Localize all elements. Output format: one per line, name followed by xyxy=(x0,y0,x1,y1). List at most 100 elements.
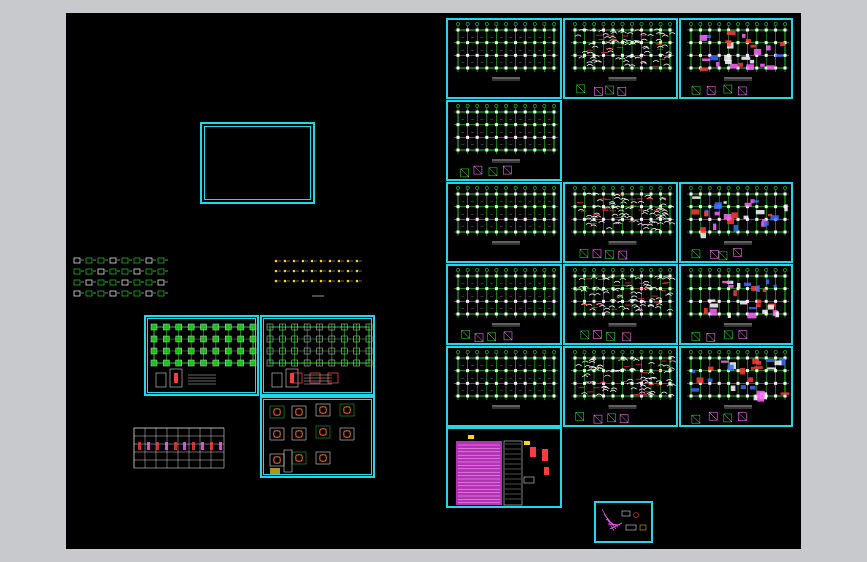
svg-text:—: — xyxy=(471,376,474,380)
svg-text:—: — xyxy=(461,199,464,203)
svg-text:—: — xyxy=(519,48,522,52)
svg-text:—: — xyxy=(538,35,541,39)
svg-text:—: — xyxy=(500,143,503,147)
svg-text:—: — xyxy=(461,143,464,147)
sheet-floor-plan-colored-graphic xyxy=(687,350,790,424)
svg-text:—: — xyxy=(490,307,493,311)
svg-text:—: — xyxy=(519,117,522,121)
drawing-sheet-12[interactable] xyxy=(563,346,678,427)
section-detail-drawing[interactable] xyxy=(132,426,227,471)
svg-text:—: — xyxy=(481,117,484,121)
svg-text:—: — xyxy=(538,225,541,229)
svg-text:—: — xyxy=(481,363,484,367)
drawing-sheet-1[interactable]: — — — — — — — — — — — — — — — — — — — — — — — — — — — — — — xyxy=(446,18,562,99)
svg-text:—: — xyxy=(509,225,512,229)
drawing-sheet-5[interactable]: — — — — — — — — — — — — — — — — — — — — — — — — — — — — — — xyxy=(446,182,562,263)
svg-text:—: — xyxy=(471,281,474,285)
svg-text:—: — xyxy=(529,117,532,121)
svg-text:—: — xyxy=(538,199,541,203)
drawing-sheet-9[interactable] xyxy=(563,264,678,345)
svg-text:—: — xyxy=(519,376,522,380)
svg-text:—: — xyxy=(471,61,474,65)
svg-text:—: — xyxy=(548,376,551,380)
svg-text:—: — xyxy=(481,48,484,52)
svg-text:—: — xyxy=(481,199,484,203)
svg-text:—: — xyxy=(519,294,522,298)
svg-text:—: — xyxy=(538,363,541,367)
svg-text:—: — xyxy=(461,363,464,367)
svg-text:—: — xyxy=(538,389,541,393)
svg-text:—: — xyxy=(461,61,464,65)
sheet-inner-frame xyxy=(263,318,372,393)
model-space-canvas[interactable]: — — — — — — — — — — — — — — — — — — — — — — — — — — — — — — — — — — — — — — — —… xyxy=(66,13,801,549)
drawing-sheet-8[interactable]: — — — — — — — — — — — — — — — — — — — — — — — — — — — — — — xyxy=(446,264,562,345)
svg-text:—: — xyxy=(519,35,522,39)
svg-text:—: — xyxy=(500,117,503,121)
svg-text:—: — xyxy=(471,48,474,52)
svg-text:—: — xyxy=(529,294,532,298)
sheet-floor-plan-colored-graphic xyxy=(687,22,789,96)
svg-text:—: — xyxy=(529,48,532,52)
svg-text:—: — xyxy=(519,225,522,229)
svg-text:—: — xyxy=(538,130,541,134)
svg-text:—: — xyxy=(509,363,512,367)
drawing-sheet-11[interactable]: — — — — — — — — — — — — — — — — — — — — — — — — — — — — — — xyxy=(446,346,562,427)
svg-text:—: — xyxy=(548,225,551,229)
drawing-sheet-15[interactable] xyxy=(594,501,653,543)
drawing-sheet-2[interactable] xyxy=(563,18,678,99)
svg-text:—: — xyxy=(548,363,551,367)
svg-text:—: — xyxy=(471,130,474,134)
svg-text:—: — xyxy=(509,48,512,52)
sheet-floor-plan-detail-graphic xyxy=(571,350,676,424)
svg-text:—: — xyxy=(548,35,551,39)
svg-text:—: — xyxy=(538,212,541,216)
svg-text:—: — xyxy=(481,225,484,229)
svg-text:—: — xyxy=(529,199,532,203)
sheet-floor-plan-detail-graphic xyxy=(571,268,676,342)
svg-text:—: — xyxy=(471,117,474,121)
svg-text:—: — xyxy=(500,294,503,298)
column-symbol-cluster[interactable] xyxy=(71,255,171,305)
rebar-dot-cluster[interactable] xyxy=(272,257,372,297)
svg-text:—: — xyxy=(481,130,484,134)
svg-text:—: — xyxy=(529,130,532,134)
drawing-sheet-4[interactable]: — — — — — — — — — — — — — — — — — — — — — — — — — — — — — — xyxy=(446,100,562,181)
svg-text:—: — xyxy=(548,389,551,393)
svg-text:—: — xyxy=(500,212,503,216)
svg-text:—: — xyxy=(509,117,512,121)
svg-text:—: — xyxy=(509,307,512,311)
drawing-sheet-7[interactable] xyxy=(679,182,793,263)
drawing-sheet-10[interactable] xyxy=(679,264,793,345)
svg-text:—: — xyxy=(461,225,464,229)
svg-text:—: — xyxy=(509,281,512,285)
svg-text:—: — xyxy=(490,212,493,216)
svg-text:—: — xyxy=(519,281,522,285)
svg-text:—: — xyxy=(538,61,541,65)
svg-text:—: — xyxy=(500,35,503,39)
svg-text:—: — xyxy=(481,307,484,311)
drawing-sheet-14[interactable] xyxy=(446,427,562,508)
svg-text:—: — xyxy=(509,294,512,298)
svg-text:—: — xyxy=(548,130,551,134)
svg-text:—: — xyxy=(538,294,541,298)
drawing-sheet-3[interactable] xyxy=(679,18,793,99)
svg-text:—: — xyxy=(471,389,474,393)
svg-text:—: — xyxy=(500,389,503,393)
svg-text:—: — xyxy=(500,199,503,203)
svg-text:—: — xyxy=(500,307,503,311)
svg-text:—: — xyxy=(500,61,503,65)
svg-text:—: — xyxy=(490,48,493,52)
svg-text:—: — xyxy=(461,389,464,393)
svg-text:—: — xyxy=(509,389,512,393)
drawing-sheet-6[interactable] xyxy=(563,182,678,263)
svg-text:—: — xyxy=(529,307,532,311)
svg-text:—: — xyxy=(490,61,493,65)
svg-text:—: — xyxy=(471,225,474,229)
svg-text:—: — xyxy=(548,281,551,285)
drawing-sheet-13[interactable] xyxy=(679,346,793,427)
svg-text:—: — xyxy=(461,281,464,285)
svg-text:—: — xyxy=(490,117,493,121)
sheet-floor-plan-graphic: — — — — — — — — — — — — — — — — — — — — — — — — — — — — — — xyxy=(454,268,558,342)
sheet-floor-plan-graphic: — — — — — — — — — — — — — — — — — — — — — — — — — — — — — — xyxy=(454,350,558,409)
svg-text:—: — xyxy=(509,376,512,380)
